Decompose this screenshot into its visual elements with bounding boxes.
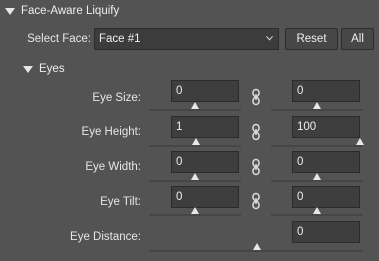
eye-width-left-input[interactable]: 0 bbox=[171, 151, 239, 173]
collapse-triangle-icon[interactable] bbox=[5, 7, 15, 15]
eye-size-left-input[interactable]: 0 bbox=[171, 80, 239, 102]
eye-height-right-input[interactable]: 100 bbox=[292, 116, 360, 138]
eye-distance-label: Eye Distance: bbox=[70, 231, 141, 243]
all-button[interactable]: All bbox=[341, 28, 374, 50]
eye-height-label: Eye Height: bbox=[81, 126, 141, 138]
eye-height-left-slider-track[interactable] bbox=[149, 145, 241, 147]
eye-width-label: Eye Width: bbox=[85, 161, 141, 173]
eye-tilt-left-slider-thumb[interactable] bbox=[191, 207, 199, 214]
eye-width-left-slider-thumb[interactable] bbox=[191, 173, 199, 180]
panel-title: Face-Aware Liquify bbox=[21, 5, 120, 17]
eye-width-right-input[interactable]: 0 bbox=[292, 151, 360, 173]
eye-tilt-left-input[interactable]: 0 bbox=[171, 186, 239, 208]
eye-size-label: Eye Size: bbox=[92, 92, 141, 104]
eye-tilt-left-slider-track[interactable] bbox=[149, 214, 241, 216]
eye-tilt-right-slider-track[interactable] bbox=[271, 214, 363, 216]
eye-height-left-slider-thumb[interactable] bbox=[192, 138, 200, 145]
eye-width-right-slider-thumb[interactable] bbox=[313, 173, 321, 180]
eyes-header[interactable]: Eyes bbox=[23, 61, 65, 77]
eye-width-right-slider-track[interactable] bbox=[271, 180, 363, 182]
eye-size-right-input[interactable]: 0 bbox=[292, 80, 360, 102]
link-icon[interactable] bbox=[251, 192, 261, 210]
eye-tilt-right-input[interactable]: 0 bbox=[292, 186, 360, 208]
reset-button[interactable]: Reset bbox=[285, 28, 338, 50]
eye-tilt-right-slider-thumb[interactable] bbox=[313, 207, 321, 214]
eye-tilt-label: Eye Tilt: bbox=[100, 196, 141, 208]
collapse-triangle-icon[interactable] bbox=[23, 65, 33, 73]
eye-size-right-slider-thumb[interactable] bbox=[313, 102, 321, 109]
chevron-down-icon bbox=[266, 35, 273, 41]
eye-size-left-slider-thumb[interactable] bbox=[191, 102, 199, 109]
eye-distance-slider-track[interactable] bbox=[149, 250, 363, 252]
eyes-title: Eyes bbox=[39, 63, 65, 75]
select-face-dropdown[interactable]: Face #1 bbox=[94, 28, 279, 50]
eye-width-left-slider-track[interactable] bbox=[149, 180, 241, 182]
eye-distance-input[interactable]: 0 bbox=[292, 221, 360, 243]
eye-height-left-input[interactable]: 1 bbox=[171, 116, 239, 138]
select-face-label: Select Face: bbox=[27, 33, 91, 45]
eye-height-right-slider-track[interactable] bbox=[271, 145, 363, 147]
eye-distance-slider-thumb[interactable] bbox=[253, 243, 261, 250]
eye-height-right-slider-thumb[interactable] bbox=[356, 138, 364, 145]
eye-size-right-slider-track[interactable] bbox=[271, 109, 363, 111]
link-icon[interactable] bbox=[251, 123, 261, 141]
eye-size-left-slider-track[interactable] bbox=[149, 109, 241, 111]
panel-header[interactable]: Face-Aware Liquify bbox=[5, 3, 119, 19]
select-face-value: Face #1 bbox=[99, 33, 141, 45]
link-icon[interactable] bbox=[251, 88, 261, 106]
link-icon[interactable] bbox=[251, 158, 261, 176]
